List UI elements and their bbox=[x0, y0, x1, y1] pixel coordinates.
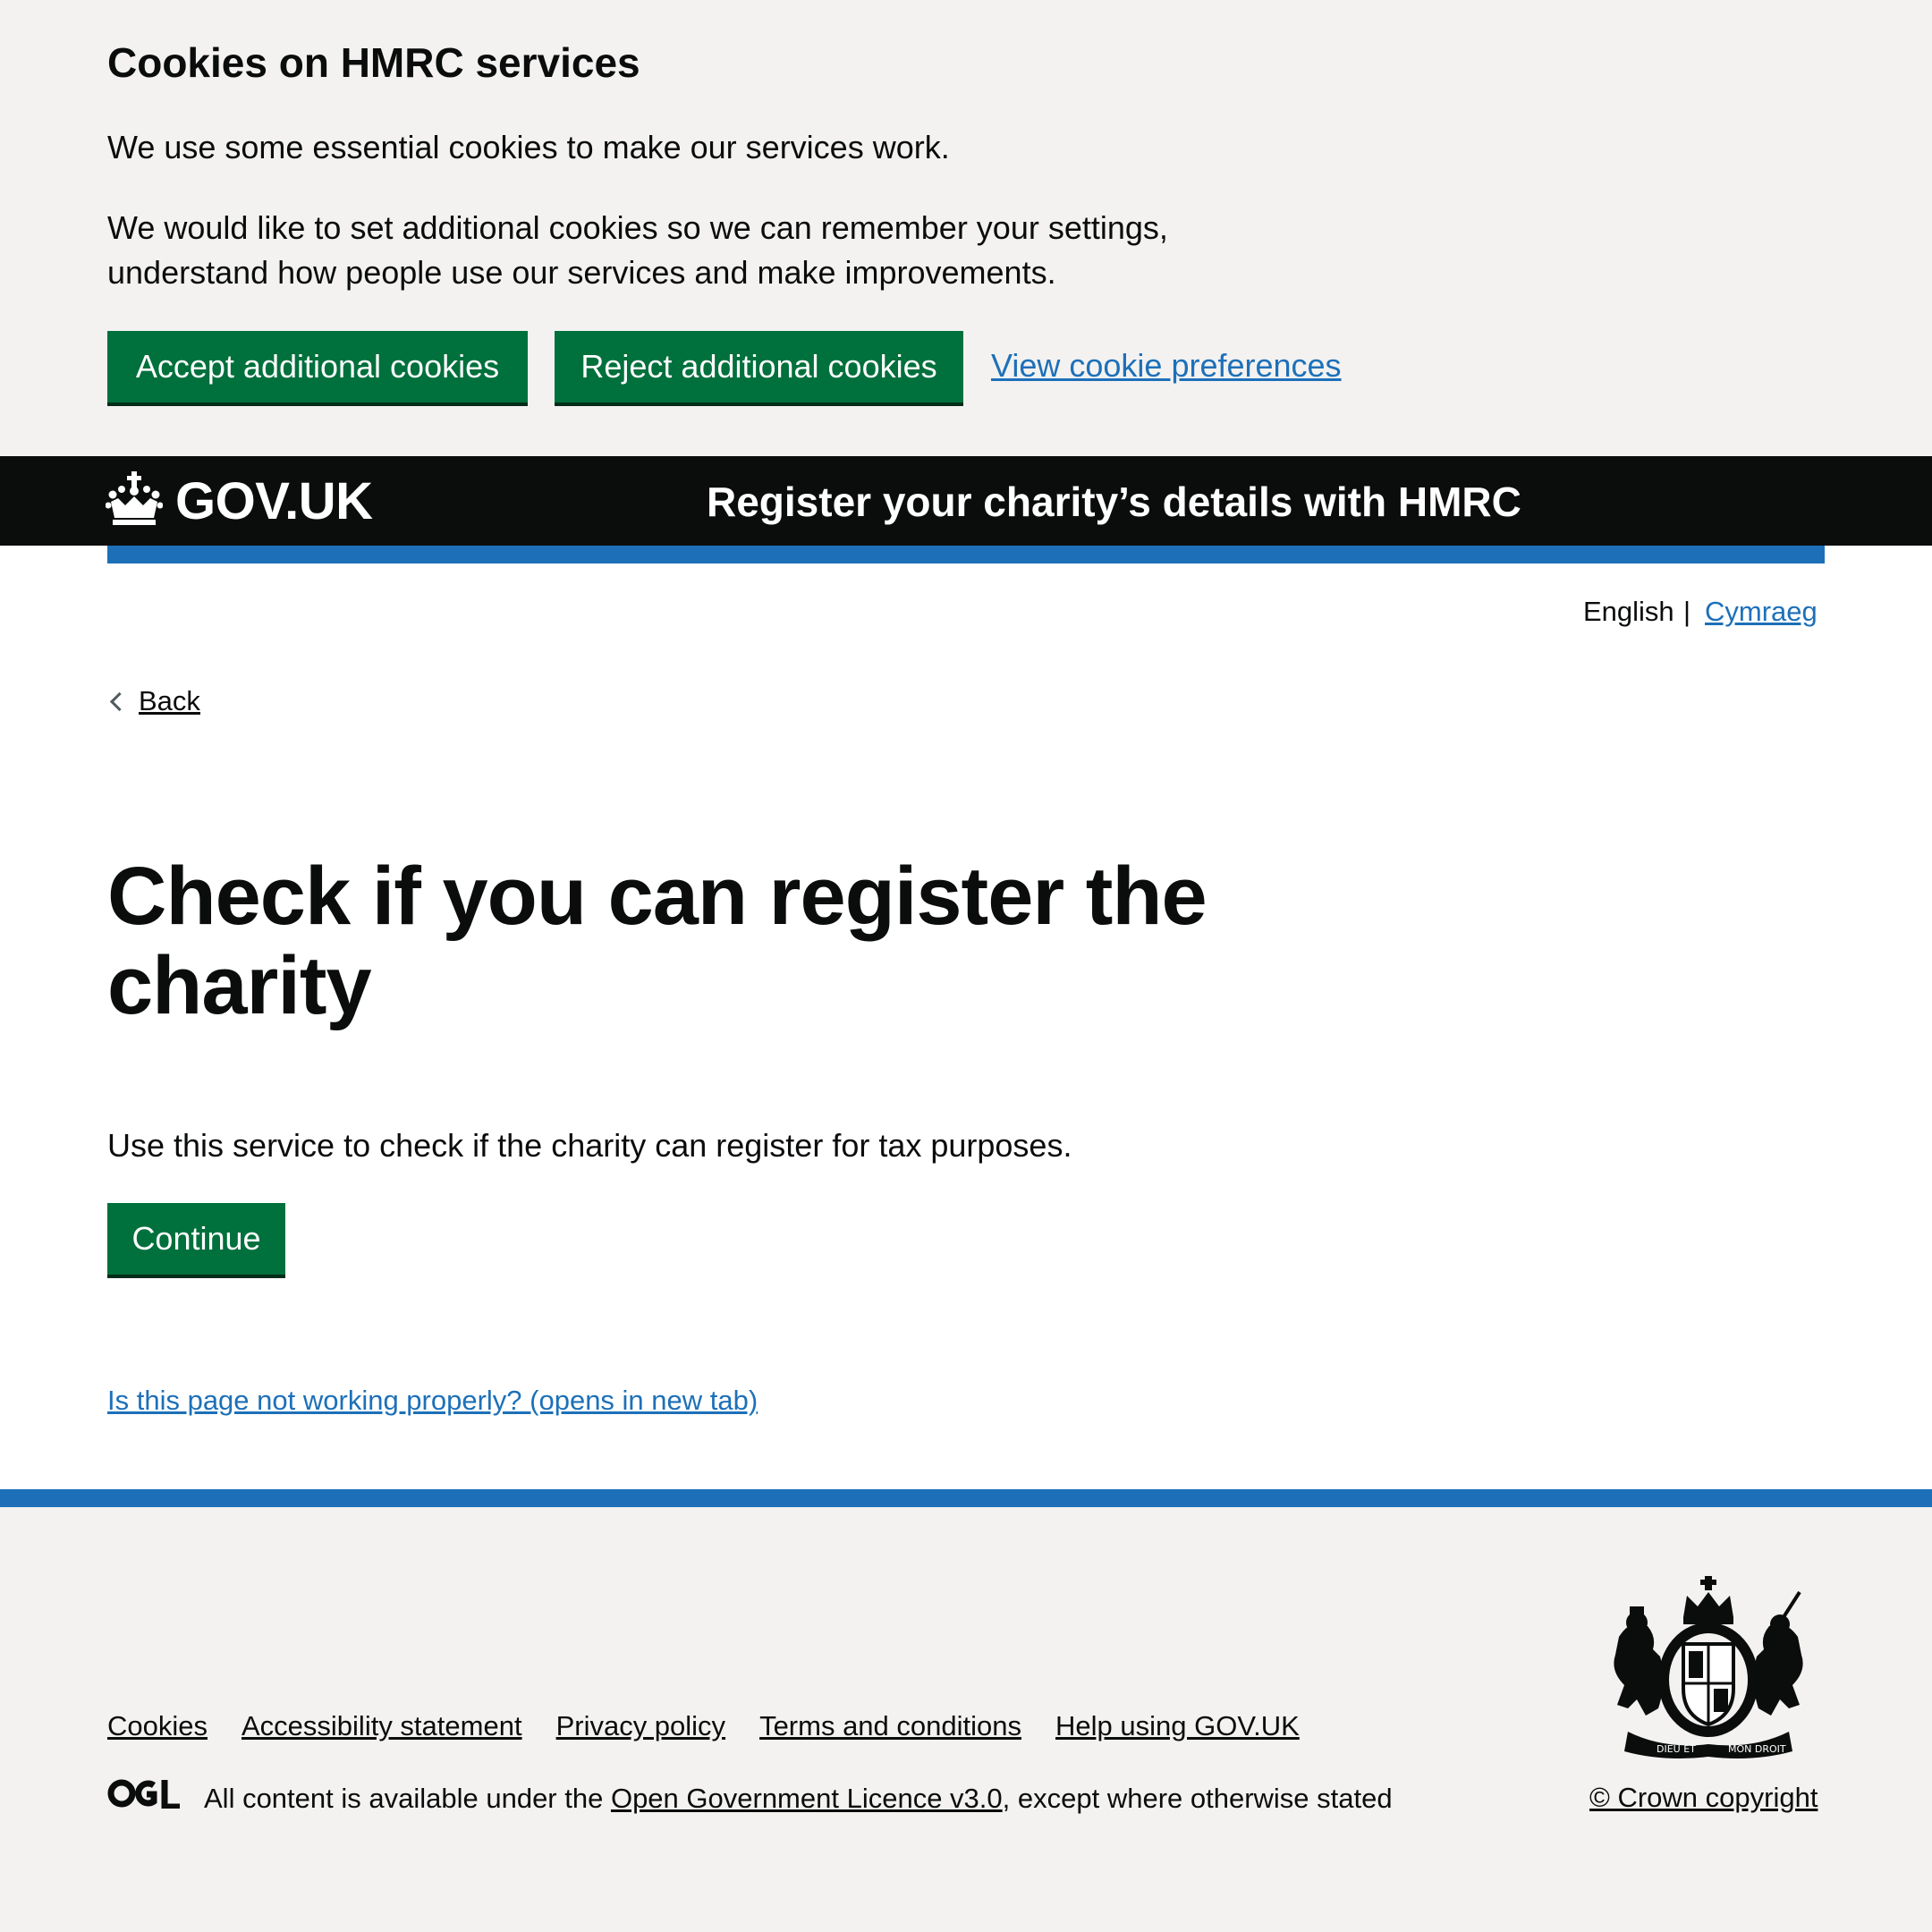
footer-link-accessibility[interactable]: Accessibility statement bbox=[242, 1707, 522, 1746]
language-cymraeg-link[interactable]: Cymraeg bbox=[1705, 592, 1818, 631]
back-link-label: Back bbox=[139, 685, 200, 716]
footer-link-privacy[interactable]: Privacy policy bbox=[556, 1707, 726, 1746]
site-header: GOV.UK Register your charity’s details w… bbox=[0, 456, 1932, 546]
chevron-left-icon bbox=[109, 691, 130, 711]
footer-link-terms[interactable]: Terms and conditions bbox=[759, 1707, 1021, 1746]
crown-copyright-link[interactable]: © Crown copyright bbox=[1589, 1778, 1818, 1818]
govuk-logo-text: GOV.UK bbox=[175, 471, 373, 530]
cookie-additional-text: We would like to set additional cookies … bbox=[107, 209, 1168, 291]
cookie-essential-text: We use some essential cookies to make ou… bbox=[107, 129, 950, 165]
page-title: Check if you can register the charity bbox=[107, 851, 1208, 1031]
cookie-banner-title: Cookies on HMRC services bbox=[107, 39, 640, 86]
accept-cookies-button[interactable]: Accept additional cookies bbox=[107, 331, 528, 402]
back-link[interactable]: Back bbox=[107, 682, 200, 721]
continue-button[interactable]: Continue bbox=[107, 1203, 285, 1275]
ogl-logo-icon bbox=[107, 1778, 181, 1819]
open-government-licence-link[interactable]: Open Government Licence v3.0 bbox=[611, 1779, 1003, 1818]
service-name-link[interactable]: Register your charity’s details with HMR… bbox=[707, 476, 1521, 528]
licence-suffix: , except where otherwise stated bbox=[1002, 1783, 1393, 1814]
footer-links: Cookies Accessibility statement Privacy … bbox=[107, 1707, 1334, 1746]
footer-link-help[interactable]: Help using GOV.UK bbox=[1055, 1707, 1300, 1746]
govuk-logo-link[interactable]: GOV.UK bbox=[105, 467, 373, 535]
licence-prefix: All content is available under the bbox=[204, 1783, 611, 1814]
royal-coat-of-arms-icon: DIEU ET MON DROIT bbox=[1601, 1574, 1816, 1767]
view-cookie-preferences-link[interactable]: View cookie preferences bbox=[991, 343, 1342, 388]
language-current-english: English bbox=[1583, 596, 1674, 627]
crest-motto-right: MON DROIT bbox=[1728, 1743, 1786, 1755]
licence-statement: All content is available under the Open … bbox=[107, 1778, 1393, 1819]
page-lede: Use this service to check if the charity… bbox=[107, 1127, 1072, 1164]
header-blue-rule bbox=[107, 546, 1825, 564]
language-separator: | bbox=[1683, 596, 1691, 627]
crown-icon bbox=[105, 470, 164, 531]
cookie-banner: Cookies on HMRC services We use some ess… bbox=[0, 0, 1932, 456]
footer-link-cookies[interactable]: Cookies bbox=[107, 1707, 208, 1746]
reject-cookies-button[interactable]: Reject additional cookies bbox=[555, 331, 963, 402]
report-problem-link[interactable]: Is this page not working properly? (open… bbox=[107, 1381, 758, 1420]
crest-motto-left: DIEU ET bbox=[1657, 1743, 1696, 1755]
